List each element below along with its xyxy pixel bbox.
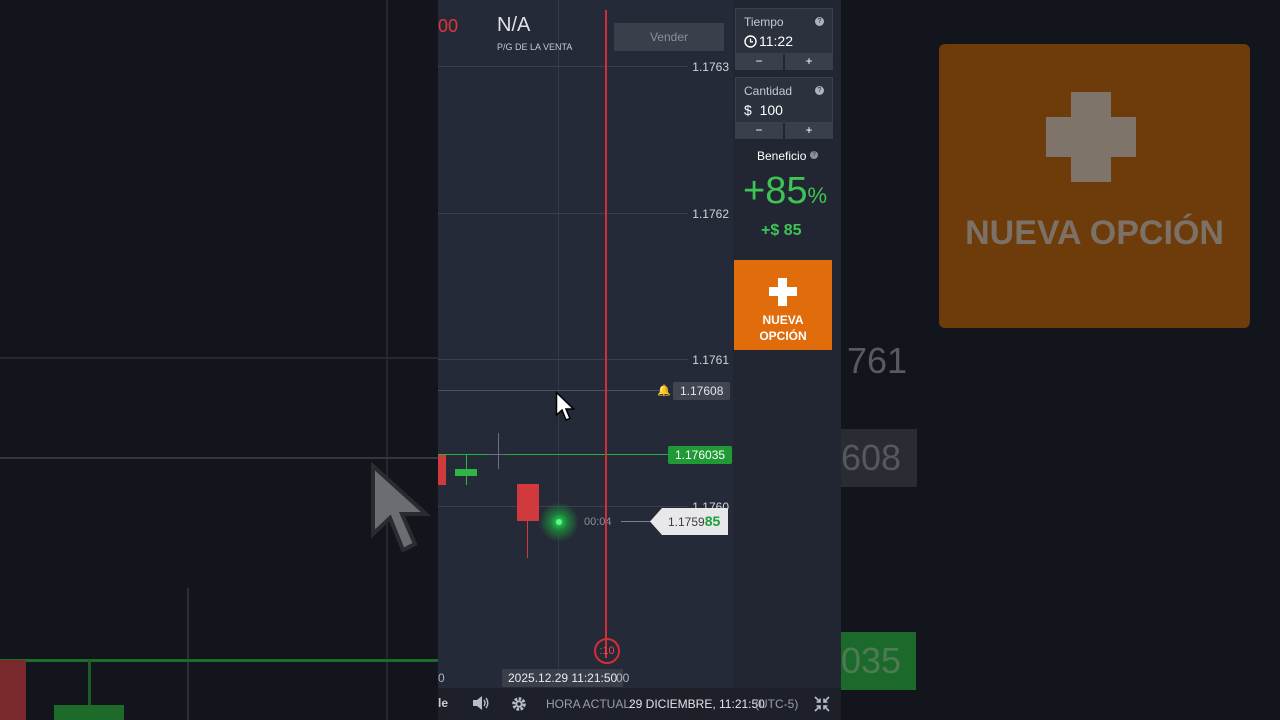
gear-icon[interactable] [510, 695, 528, 713]
profit-label: Beneficio [757, 149, 807, 163]
date-axis-fragment: 0 [438, 671, 445, 685]
bg-candle [88, 660, 91, 706]
percent-sign: % [807, 183, 828, 208]
grid-line [558, 0, 559, 688]
bg-grid-line [187, 588, 189, 720]
price-axis-label: 1.1761 [692, 353, 729, 367]
collapse-icon[interactable] [814, 696, 830, 712]
bg-candle [54, 705, 124, 720]
time-minus-button[interactable]: − [735, 54, 783, 70]
amount-stepper: − + [735, 123, 833, 139]
new-option-line1: NUEVA [762, 313, 804, 327]
candle [517, 484, 539, 521]
bg-button-text: NUEVA OPCIÓN [965, 214, 1224, 252]
date-axis-fragment: 00 [616, 671, 630, 685]
amount-value[interactable]: $ 100 [744, 102, 783, 118]
trade-panel: Tiempo ? 11:22 − + Cantidad ? $ 100 − + [733, 0, 841, 688]
bottom-bar: le HORA ACTUAL: 29 DICIEMBRE, 11:21:50 (… [438, 688, 841, 720]
candle-wick [498, 433, 499, 469]
clock-icon [744, 35, 757, 48]
sound-icon[interactable] [472, 695, 490, 711]
alert-price-tag[interactable]: 1.17608 [673, 382, 731, 400]
expiry-timer: :10 [594, 638, 620, 664]
bg-grid-line [0, 357, 438, 359]
help-icon[interactable]: ? [815, 86, 824, 95]
time-value: 11:22 [759, 33, 793, 49]
time-plus-button[interactable]: + [785, 54, 833, 70]
bg-price-label: 761 [847, 340, 908, 381]
new-option-button[interactable]: NUEVA OPCIÓN [734, 260, 832, 350]
time-label: Tiempo [744, 15, 784, 29]
background-right: NUEVA OPCIÓN 761 608 035 [841, 0, 1280, 720]
live-price-tail: 85 [704, 513, 721, 529]
profit-percent: +85% [743, 170, 827, 213]
bg-price-line [0, 659, 438, 662]
countdown-line [621, 521, 651, 522]
background-left [0, 0, 438, 720]
profit-amount: +$ 85 [761, 222, 802, 239]
bg-grid-line [0, 457, 438, 459]
current-price-line [438, 454, 673, 455]
timezone-label: (UTC-5) [755, 697, 799, 711]
bell-icon[interactable]: 🔔 [657, 384, 671, 397]
price-axis-label: 1.1762 [692, 207, 729, 221]
amount-plus-button[interactable]: + [785, 123, 833, 139]
plus-icon [769, 287, 797, 296]
bottom-fragment: le [438, 696, 449, 710]
candle [490, 454, 506, 455]
bg-grid-line [386, 0, 388, 720]
bg-plus-icon [1046, 117, 1136, 157]
grid-line [438, 213, 688, 214]
alert-line [438, 390, 668, 391]
candle [438, 455, 446, 485]
price-chart[interactable]: 1.1763 1.1762 1.1761 1.1760 🔔 1.17608 1.… [438, 0, 733, 688]
grid-line [438, 359, 688, 360]
candle-countdown: 00:04 [584, 516, 612, 528]
help-icon[interactable]: ? [810, 151, 818, 159]
bg-new-option-button: NUEVA OPCIÓN [939, 44, 1250, 328]
amount-field[interactable]: Cantidad ? $ 100 [735, 77, 833, 123]
bg-candle [0, 660, 26, 720]
sell-button[interactable]: Vender [614, 23, 724, 51]
pl-value: N/A [497, 14, 531, 36]
time-field[interactable]: Tiempo ? 11:22 [735, 8, 833, 54]
crosshair-date-tag: 2025.12.29 11:21:50 [502, 669, 624, 687]
candle [455, 469, 477, 476]
live-price-dot [556, 519, 562, 525]
bg-price-tag: 608 [841, 429, 917, 487]
top-bar: 00 N/A P/G DE LA VENTA Vender [438, 0, 733, 60]
expiry-line [605, 10, 607, 658]
pl-label: P/G DE LA VENTA [497, 42, 573, 52]
amount-minus-button[interactable]: − [735, 123, 783, 139]
new-option-label: NUEVA OPCIÓN [734, 312, 832, 344]
cursor-icon [555, 391, 575, 421]
grid-line [438, 66, 688, 67]
live-price-tag: 1.175985 [650, 508, 728, 535]
help-icon[interactable]: ? [815, 17, 824, 26]
trading-screen: 1.1763 1.1762 1.1761 1.1760 🔔 1.17608 1.… [438, 0, 841, 720]
current-time-value: 29 DICIEMBRE, 11:21:50 [629, 697, 765, 711]
profit-percent-value: +85 [743, 170, 808, 212]
price-axis-label: 1.1763 [692, 60, 729, 74]
top-price-fragment: 00 [438, 16, 459, 36]
app-root: NUEVA OPCIÓN 761 608 035 1.1763 1.1762 1… [0, 0, 1280, 720]
bg-price-tag-green: 035 [841, 632, 916, 690]
current-price-tag: 1.176035 [668, 446, 733, 464]
live-price-main: 1.1759 [668, 515, 705, 529]
new-option-line2: OPCIÓN [759, 329, 807, 343]
time-stepper: − + [735, 54, 833, 70]
current-time-label: HORA ACTUAL: [546, 697, 634, 711]
candle-wick [527, 520, 528, 558]
cursor-icon [371, 462, 432, 553]
amount-label: Cantidad [744, 84, 793, 98]
